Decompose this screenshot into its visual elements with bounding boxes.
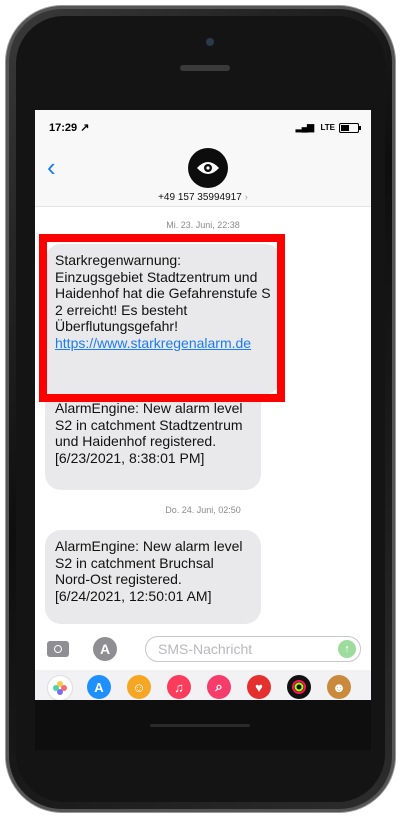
digital-touch-icon[interactable]: ♥ [247,675,271,699]
timestamp-2: Do. 24. Juni, 02:50 [165,505,241,515]
front-camera [206,38,214,46]
contact-avatar[interactable] [188,148,228,188]
app-store-button[interactable]: A [93,637,117,661]
memoji-icon[interactable]: ☺ [127,675,151,699]
back-button[interactable]: ‹ [47,154,56,180]
eye-icon [197,162,219,174]
status-time: 17:29 ↗ [49,122,90,134]
search-images-icon[interactable]: ⌕ [207,675,231,699]
animoji-icon[interactable]: ☻ [327,675,351,699]
music-icon[interactable]: ♫ [167,675,191,699]
timestamp-1: Mi. 23. Juni, 22:38 [166,220,240,230]
chevron-right-icon: › [244,192,248,203]
contact-number[interactable]: +49 157 35994917 › [35,192,371,203]
message-bubble-3[interactable]: AlarmEngine: New alarm level S2 in catch… [45,530,261,624]
battery-icon [339,123,361,133]
activity-icon[interactable] [287,675,311,699]
arrow-up-icon[interactable]: ↑ [338,640,356,658]
red-highlight-box-overlay [39,234,285,402]
header-divider [35,206,371,207]
contact-number-text: +49 157 35994917 [158,192,242,203]
earpiece [180,65,230,71]
signal-icon: ▂▄▆ [295,122,314,132]
photos-icon[interactable] [47,675,73,700]
app-tray: A ☺ ♫ ⌕ ♥ ☻ [35,670,371,700]
network-label: LTE [320,123,335,132]
appstore-icon[interactable]: A [87,675,111,699]
message-2-text: AlarmEngine: New alarm level S2 in catch… [55,400,243,466]
status-bar: 17:29 ↗ ▂▄▆ LTE [35,110,371,140]
composer-bar: A ↑ [35,630,371,670]
message-3-text: AlarmEngine: New alarm level S2 in catch… [55,538,243,604]
message-input-field[interactable]: ↑ [145,636,361,662]
home-indicator[interactable] [150,724,250,727]
camera-icon[interactable] [47,641,69,657]
sms-input[interactable] [146,637,340,661]
messages-screen: 17:29 ↗ ▂▄▆ LTE ‹ +49 157 35994917 › Mi.… [35,110,371,700]
